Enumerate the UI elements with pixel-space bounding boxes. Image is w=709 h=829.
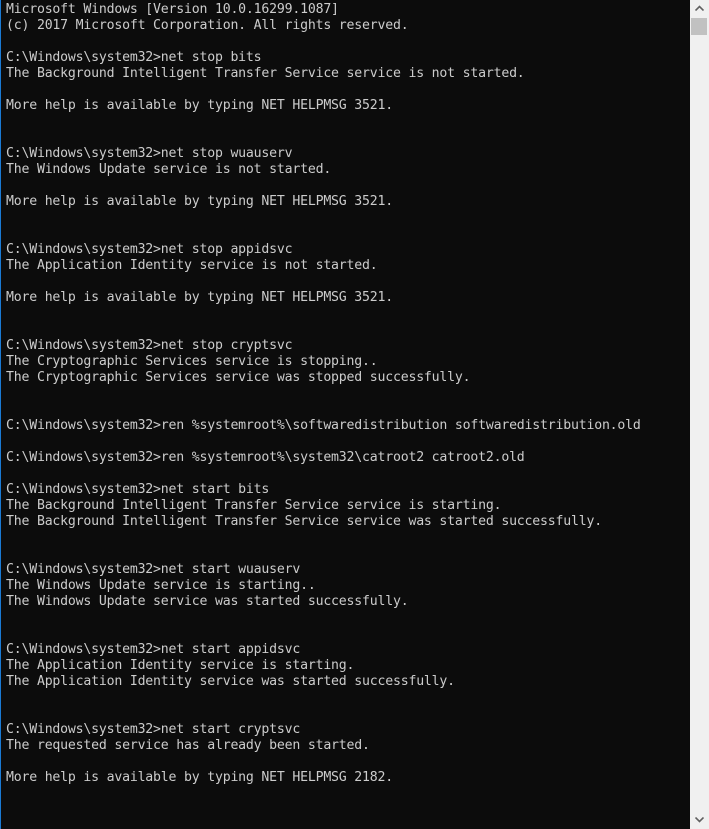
output-line: The Background Intelligent Transfer Serv… <box>6 66 525 81</box>
output-line: The Application Identity service is star… <box>6 658 355 673</box>
output-line: The requested service has already been s… <box>6 738 370 753</box>
command-line: C:\Windows\system32>net start bits <box>6 482 270 497</box>
output-line: More help is available by typing NET HEL… <box>6 290 393 305</box>
scroll-down-button[interactable] <box>690 812 709 829</box>
command-line: C:\Windows\system32>net start appidsvc <box>6 642 301 657</box>
command-line: C:\Windows\system32>net start wuauserv <box>6 562 301 577</box>
command-line: C:\Windows\system32>net start cryptsvc <box>6 722 301 737</box>
command-line: C:\Windows\system32>ren %systemroot%\sys… <box>6 450 525 465</box>
output-line: The Windows Update service is not starte… <box>6 162 332 177</box>
console-window: Microsoft Windows [Version 10.0.16299.10… <box>0 0 709 829</box>
output-line: The Background Intelligent Transfer Serv… <box>6 514 602 529</box>
output-line: (c) 2017 Microsoft Corporation. All righ… <box>6 18 409 33</box>
output-line: The Cryptographic Services service was s… <box>6 370 471 385</box>
scrollbar-thumb[interactable] <box>691 18 707 35</box>
output-line: Microsoft Windows [Version 10.0.16299.10… <box>6 2 339 17</box>
output-line: The Application Identity service is not … <box>6 258 378 273</box>
output-line: The Cryptographic Services service is st… <box>6 354 378 369</box>
vertical-scrollbar[interactable] <box>690 0 709 829</box>
output-line: More help is available by typing NET HEL… <box>6 194 393 209</box>
output-line: The Application Identity service was sta… <box>6 674 455 689</box>
console-output[interactable]: Microsoft Windows [Version 10.0.16299.10… <box>2 2 690 829</box>
chevron-down-icon <box>694 815 705 826</box>
output-line: The Background Intelligent Transfer Serv… <box>6 498 502 513</box>
scroll-up-button[interactable] <box>690 0 709 17</box>
command-line: C:\Windows\system32>net stop wuauserv <box>6 146 293 161</box>
command-line: C:\Windows\system32>ren %systemroot%\sof… <box>6 418 641 433</box>
command-line: C:\Windows\system32>net stop appidsvc <box>6 242 293 257</box>
output-line: The Windows Update service is starting.. <box>6 578 316 593</box>
output-line: More help is available by typing NET HEL… <box>6 98 393 113</box>
command-line: C:\Windows\system32>net stop bits <box>6 50 262 65</box>
output-line: The Windows Update service was started s… <box>6 594 409 609</box>
output-line: More help is available by typing NET HEL… <box>6 770 393 785</box>
command-line: C:\Windows\system32>net stop cryptsvc <box>6 338 293 353</box>
chevron-up-icon <box>694 3 705 14</box>
